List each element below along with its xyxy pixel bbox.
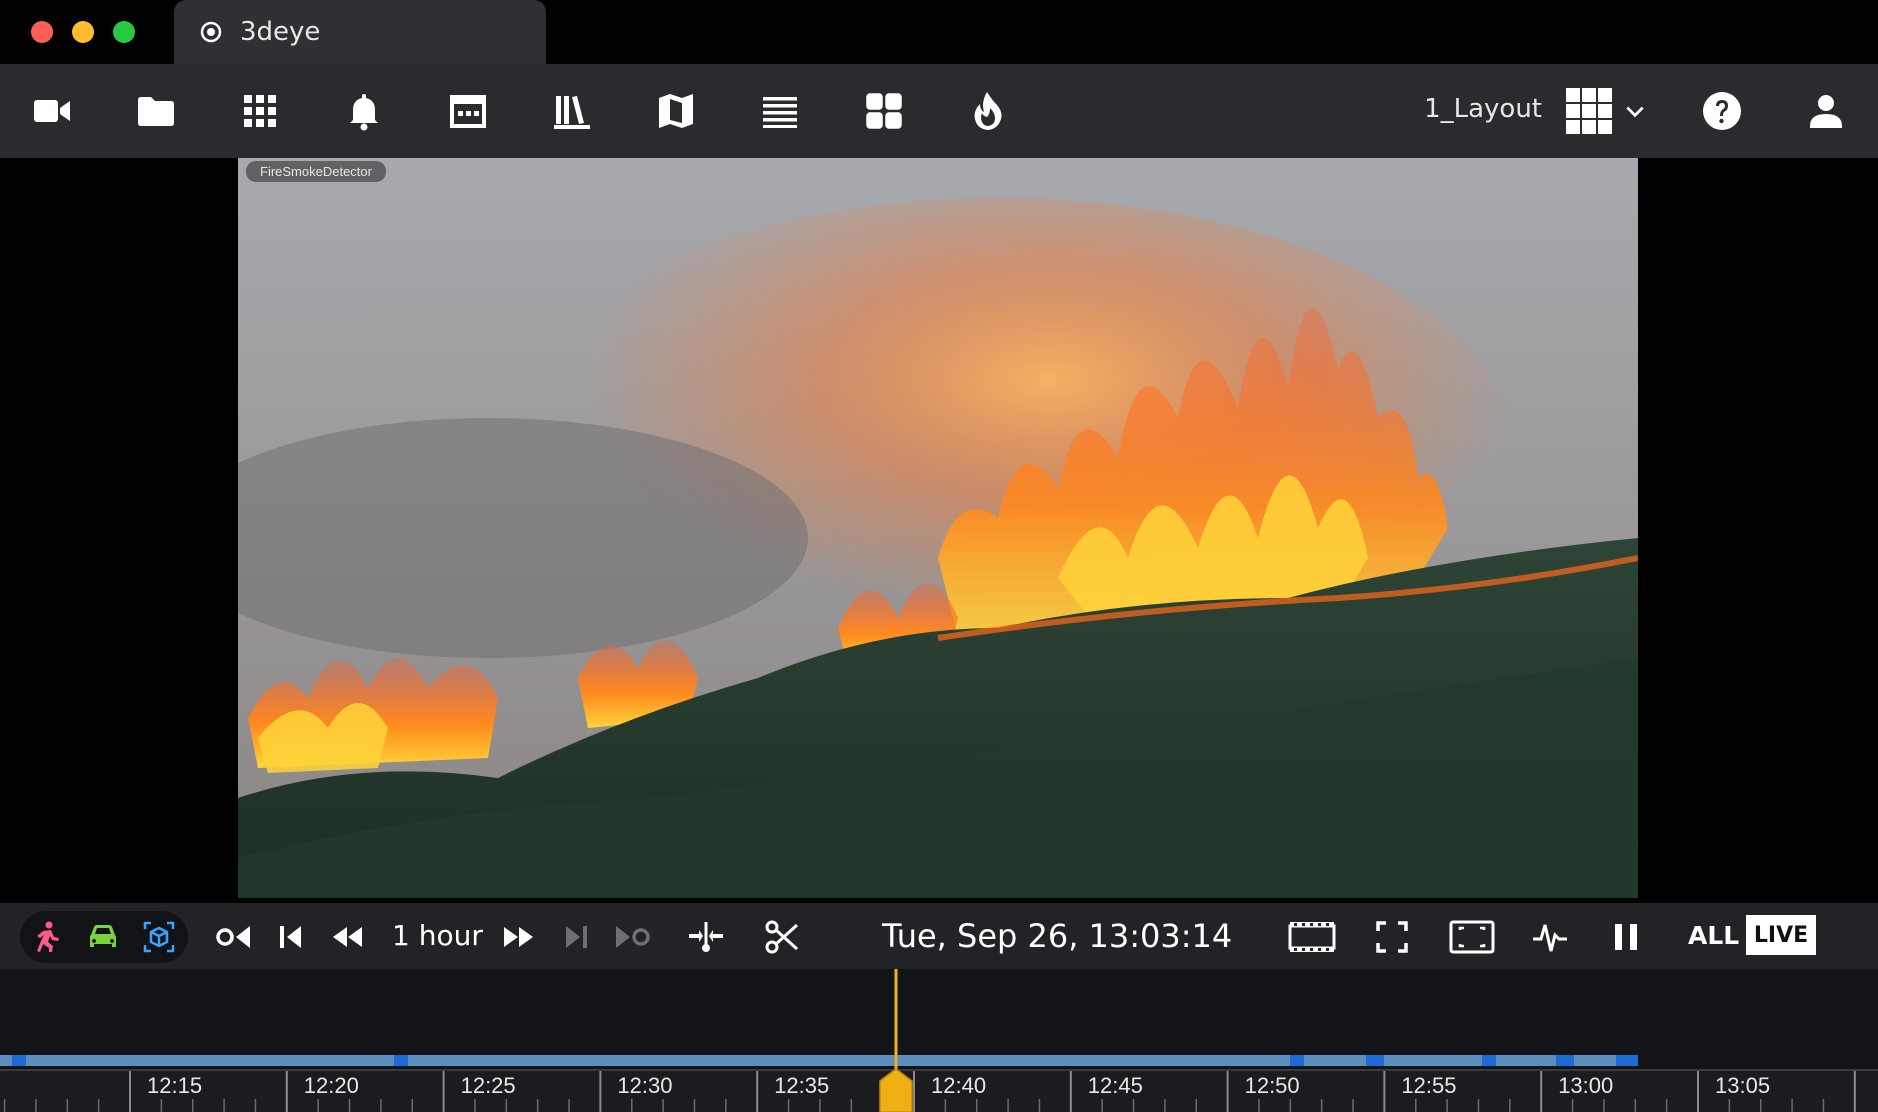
3deye-logo-icon [200, 21, 222, 43]
timeline[interactable]: 12:15 12:20 12:25 12:30 12:35 12:40 12:45 12:50… [0, 969, 1878, 1112]
timeline-tick-label: 13:05 [1715, 1073, 1771, 1098]
bell-icon[interactable] [342, 89, 386, 133]
chevron-down-icon [1626, 106, 1644, 118]
current-datetime[interactable]: Tue, Sep 26, 13:03:14 [882, 917, 1232, 955]
camera-icon[interactable] [30, 89, 74, 133]
timeline-tick-label: 12:40 [931, 1073, 987, 1098]
timeline-tick-label: 12:55 [1401, 1073, 1457, 1098]
live-button[interactable]: LIVE [1746, 915, 1816, 955]
apps-grid-icon[interactable] [238, 89, 282, 133]
wildfire-video-frame [238, 158, 1638, 898]
help-icon[interactable] [1700, 89, 1744, 133]
layout-grid-icon [1566, 88, 1612, 134]
time-range-selector[interactable]: 1 hour [392, 919, 483, 952]
map-icon[interactable] [654, 89, 698, 133]
video-stage: FireSmokeDetector [0, 158, 1878, 903]
vehicle-filter-icon[interactable] [83, 917, 123, 957]
folder-icon[interactable] [134, 89, 178, 133]
app-window: 3deye 1_Layout FireSmokeDetector 1 hour … [0, 0, 1878, 1112]
timeline-tick-label: 12:45 [1087, 1073, 1143, 1098]
person-filter-icon[interactable] [27, 917, 67, 957]
center-cursor-icon[interactable] [686, 917, 726, 957]
motion-activity-icon[interactable] [1530, 917, 1570, 957]
timeline-tick-label: 12:15 [147, 1073, 203, 1098]
calendar-icon[interactable] [446, 89, 490, 133]
browser-tab[interactable]: 3deye [174, 0, 546, 64]
skip-to-end-icon[interactable] [612, 917, 652, 957]
fast-forward-icon[interactable] [499, 917, 539, 957]
dashboard-icon[interactable] [862, 89, 906, 133]
next-frame-icon[interactable] [556, 917, 596, 957]
recording-bar [0, 1055, 1638, 1066]
fit-to-screen-icon[interactable] [1448, 917, 1496, 957]
all-streams-toggle[interactable]: ALL [1688, 921, 1739, 950]
layout-name[interactable]: 1_Layout [1424, 94, 1542, 124]
playback-controls: 1 hour Tue, Sep 26, 13:03:14 ALL LIVE [0, 903, 1878, 969]
event-marker [1482, 1055, 1496, 1066]
timeline-tick-label: 12:25 [460, 1073, 516, 1098]
event-marker [1366, 1055, 1384, 1066]
fullscreen-icon[interactable] [1372, 917, 1412, 957]
event-marker [1556, 1055, 1574, 1066]
timeline-tick-label: 12:20 [303, 1073, 359, 1098]
list-icon[interactable] [758, 89, 802, 133]
timeline-tick-label: 13:00 [1558, 1073, 1614, 1098]
event-marker [1616, 1055, 1638, 1066]
rewind-icon[interactable] [327, 917, 367, 957]
previous-frame-icon[interactable] [271, 917, 311, 957]
timeline-tick-label: 12:35 [774, 1073, 830, 1098]
event-marker [1290, 1055, 1304, 1066]
title-bar: 3deye [0, 0, 1878, 64]
minimize-window-button[interactable] [72, 21, 94, 43]
clip-scissors-icon[interactable] [762, 917, 802, 957]
fire-icon[interactable] [966, 89, 1010, 133]
object-filter-icon[interactable] [139, 917, 179, 957]
layout-picker[interactable] [1566, 88, 1650, 136]
timeline-tick-label: 12:30 [617, 1073, 673, 1098]
library-icon[interactable] [550, 89, 594, 133]
filmstrip-icon[interactable] [1287, 917, 1337, 957]
zoom-window-button[interactable] [113, 21, 135, 43]
timeline-tick-label: 12:50 [1244, 1073, 1300, 1098]
main-toolbar: 1_Layout [0, 64, 1878, 158]
video-player[interactable]: FireSmokeDetector [238, 158, 1638, 898]
tab-title: 3deye [240, 17, 321, 47]
object-filter-group [20, 911, 188, 963]
close-window-button[interactable] [31, 21, 53, 43]
user-icon[interactable] [1804, 89, 1848, 133]
event-marker [12, 1055, 26, 1066]
event-marker [394, 1055, 408, 1066]
skip-to-start-icon[interactable] [214, 917, 254, 957]
camera-label: FireSmokeDetector [246, 161, 386, 182]
pause-icon[interactable] [1606, 917, 1646, 957]
